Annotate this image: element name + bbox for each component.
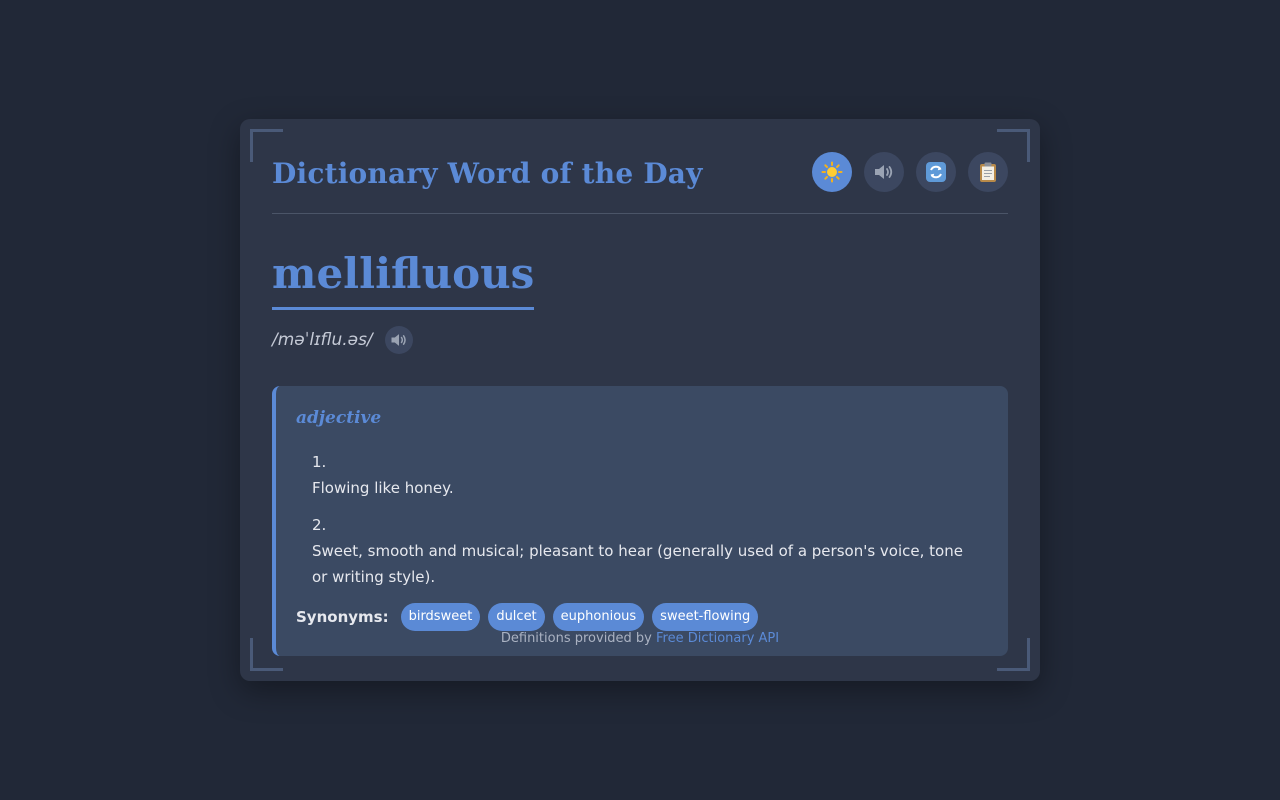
word-card: Dictionary Word of the Day mellifluous /…: [240, 119, 1040, 681]
meaning-panel: adjective 1. Flowing like honey. 2. Swee…: [272, 386, 1008, 656]
word-of-the-day: mellifluous: [272, 253, 535, 310]
refresh-icon: [926, 162, 946, 182]
synonyms-row: Synonyms: birdsweet dulcet euphonious sw…: [296, 603, 759, 631]
definition-item: 1. Flowing like honey.: [312, 449, 972, 501]
pronunciation-row: /məˈlɪflu.əs/: [272, 326, 413, 354]
synonyms-label: Synonyms:: [296, 608, 389, 626]
copy-button[interactable]: [968, 152, 1008, 192]
speaker-icon: [391, 334, 406, 346]
synonym-chip[interactable]: euphonious: [552, 603, 645, 631]
definition-number: 2.: [312, 516, 327, 534]
clipboard-icon: [980, 162, 996, 182]
definition-number: 1.: [312, 453, 327, 471]
pronounce-button[interactable]: [384, 326, 413, 354]
refresh-button[interactable]: [916, 152, 956, 192]
synonym-chip[interactable]: birdsweet: [400, 603, 481, 631]
card-header: Dictionary Word of the Day: [272, 149, 1008, 214]
speaker-icon: [875, 165, 893, 179]
definition-text: Sweet, smooth and musical; pleasant to h…: [312, 542, 963, 586]
phonetic-text: /məˈlɪflu.əs/: [272, 330, 373, 350]
part-of-speech: adjective: [296, 408, 382, 428]
speak-button[interactable]: [864, 152, 904, 192]
sun-icon: [821, 161, 843, 183]
synonym-chip[interactable]: sweet-flowing: [652, 603, 759, 631]
api-link[interactable]: Free Dictionary API: [656, 631, 779, 646]
app-title: Dictionary Word of the Day: [272, 157, 703, 190]
definition-text: Flowing like honey.: [312, 479, 454, 497]
attribution-prefix: Definitions provided by: [500, 631, 657, 646]
theme-toggle-button[interactable]: [812, 152, 852, 192]
definition-list: 1. Flowing like honey. 2. Sweet, smooth …: [312, 449, 972, 601]
synonym-chip[interactable]: dulcet: [488, 603, 545, 631]
definition-item: 2. Sweet, smooth and musical; pleasant t…: [312, 512, 972, 590]
toolbar: [812, 152, 1008, 192]
attribution-footer: Definitions provided by Free Dictionary …: [240, 631, 1040, 646]
